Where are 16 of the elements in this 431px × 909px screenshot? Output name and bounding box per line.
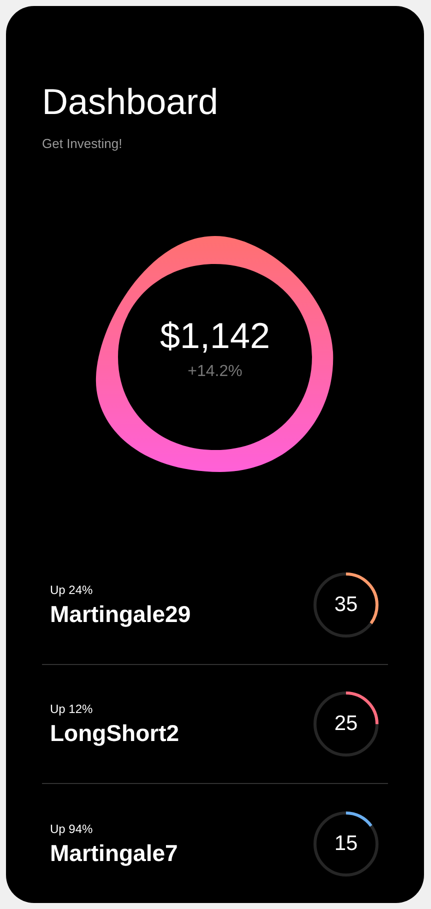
- progress-ring: [312, 690, 380, 758]
- strategy-name: Martingale29: [50, 600, 191, 629]
- strategy-caption: Up 94%: [50, 820, 94, 838]
- page-subtitle: Get Investing!: [42, 135, 124, 153]
- strategy-name: Martingale7: [50, 838, 178, 868]
- strategy-caption: Up 24%: [50, 582, 94, 599]
- progress-ring: [312, 810, 380, 878]
- balance-change: +14.2%: [188, 362, 242, 382]
- ring-value: 15: [334, 830, 358, 857]
- ring-value: 35: [334, 592, 358, 618]
- page-title: Dashboard: [42, 82, 220, 122]
- ring-value: 25: [334, 711, 358, 738]
- balance-amount: $1,142: [160, 316, 270, 356]
- progress-ring: [312, 571, 380, 639]
- strategy-name: LongShort2: [50, 719, 180, 748]
- strategy-caption: Up 12%: [50, 701, 94, 718]
